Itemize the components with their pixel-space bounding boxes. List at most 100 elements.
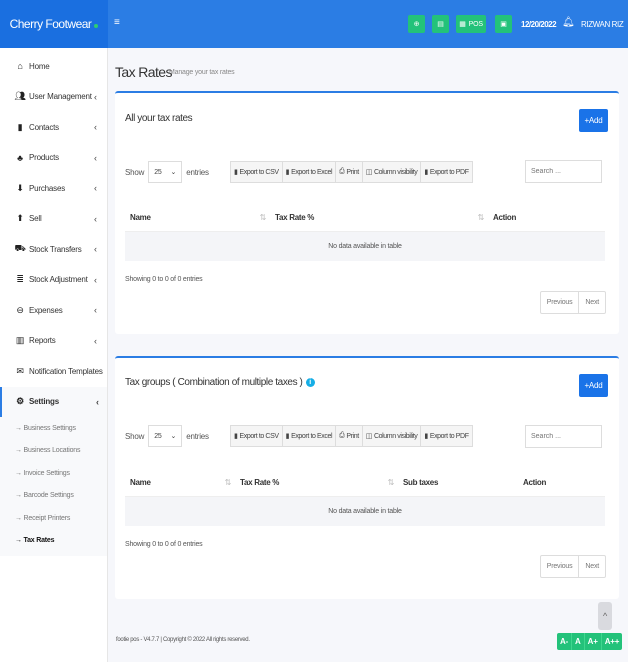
sidebar-item-expenses[interactable]: ⊖ Expenses ‹	[0, 295, 107, 326]
export-pdf-button[interactable]: ▮ Export to PDF	[421, 426, 471, 446]
info-icon[interactable]: i	[305, 377, 315, 387]
tax-rates-table: Name ⇅ Tax Rate % ⇅ Action No data availab…	[125, 203, 605, 261]
sidebar-item-sell[interactable]: ⬆ Sell ‹	[0, 204, 107, 235]
contacts-icon: ▮	[17, 121, 23, 132]
col-name[interactable]: Name ⇅	[125, 203, 270, 231]
add-tax-group-button[interactable]: +Add	[579, 374, 608, 397]
chevron-down-icon: ⌄	[170, 169, 177, 176]
submenu-item[interactable]: → Tax Rates	[0, 530, 107, 553]
chart-icon: ▥	[15, 335, 25, 346]
add-quick-button[interactable]: ⊕	[408, 15, 425, 33]
sidebar-item-purchases[interactable]: ⬇ Purchases ‹	[0, 173, 107, 204]
column-visibility-button[interactable]: ◫ Column visibility	[363, 162, 422, 182]
export-excel-button[interactable]: ▮ Export to Excel	[283, 162, 337, 182]
tax-groups-card: Tax groups ( Combination of multiple tax…	[115, 356, 619, 599]
col-tax-rate[interactable]: Tax Rate % ⇅	[235, 468, 398, 496]
next-button[interactable]: Next	[579, 556, 605, 577]
page-length-select[interactable]: 25 ⌄	[148, 161, 183, 183]
sidebar-item-settings[interactable]: ⚙ Settings ‹	[0, 386, 107, 417]
col-label: Tax Rate %	[240, 477, 280, 487]
next-button[interactable]: Next	[579, 292, 605, 313]
scroll-top-button[interactable]: ^	[598, 602, 612, 630]
sidebar-item-contacts[interactable]: ▮ Contacts ‹	[0, 112, 107, 143]
empty-row: No data available in table	[125, 232, 605, 261]
previous-button[interactable]: Previous	[541, 292, 580, 313]
sidebar-item-label: Home	[29, 61, 50, 71]
sidebar-item-label: User Management	[29, 92, 92, 102]
pos-button[interactable]: ▦ POS	[456, 15, 486, 33]
sidebar-item-notification-templates[interactable]: ✉ Notification Templates	[0, 356, 107, 387]
search-input[interactable]	[525, 160, 602, 183]
submenu-item[interactable]: → Invoice Settings	[0, 462, 107, 485]
file-icon: ▮	[234, 433, 238, 440]
column-visibility-button[interactable]: ◫ Column visibility	[363, 426, 422, 446]
chevron-left-icon: ‹	[96, 396, 99, 407]
submenu-item[interactable]: → Barcode Settings	[0, 485, 107, 508]
money-button[interactable]: ▣	[495, 15, 512, 33]
export-excel-button[interactable]: ▮ Export to Excel	[283, 426, 337, 446]
home-icon: ⌂	[17, 61, 23, 72]
page-length-value: 25	[154, 168, 162, 176]
table-info: Showing 0 to 0 of 0 entries	[125, 541, 203, 548]
submenu-item[interactable]: → Business Settings	[0, 417, 107, 440]
brand-logo[interactable]: Cherry Footwear	[0, 0, 108, 48]
print-button[interactable]: ⎙ Print	[336, 162, 363, 182]
print-label: Print	[346, 168, 359, 176]
chevron-left-icon: ‹	[94, 335, 97, 346]
expenses-icon: ⊖	[16, 304, 24, 315]
calculator-button[interactable]: ▤	[432, 15, 449, 33]
sort-icon: ⇅	[259, 212, 267, 222]
sidebar-item-home[interactable]: ⌂ Home	[0, 51, 107, 82]
submenu-item[interactable]: → Business Locations	[0, 440, 107, 463]
table-header: Name ⇅ Tax Rate % ⇅ Action	[125, 203, 605, 232]
col-tax-rate[interactable]: Tax Rate % ⇅	[270, 203, 488, 231]
search-input[interactable]	[525, 425, 602, 448]
print-icon: ⎙	[339, 432, 345, 439]
font-increase-more-button[interactable]: A++	[602, 633, 623, 650]
export-excel-label: Export to Excel	[291, 168, 333, 176]
table-header: Name ⇅ Tax Rate % ⇅ Sub taxes Action	[125, 468, 605, 497]
font-reset-button[interactable]: A	[572, 633, 585, 650]
font-decrease-button[interactable]: A-	[557, 633, 573, 650]
sort-icon: ⇅	[387, 477, 395, 487]
add-tax-rate-button[interactable]: +Add	[579, 109, 608, 132]
sidebar-item-stock-transfers[interactable]: ⛟ Stock Transfers ‹	[0, 234, 107, 265]
money-icon: ▣	[500, 21, 507, 28]
page-length-select[interactable]: 25 ⌄	[148, 425, 183, 447]
card-title: All your tax rates	[125, 113, 193, 124]
font-size-controls: A- A A+ A++	[557, 633, 623, 650]
gear-icon: ⚙	[16, 396, 24, 407]
submenu-item[interactable]: → Receipt Printers	[0, 507, 107, 530]
sidebar-item-label: Notification Templates	[29, 366, 103, 376]
previous-button[interactable]: Previous	[541, 556, 580, 577]
bell-icon[interactable]: 🔔︎	[562, 17, 575, 28]
sidebar-item-user-management[interactable]: 👥︎ User Management ‹	[0, 82, 107, 113]
sidebar: ⌂ Home 👥︎ User Management ‹ ▮ Contacts ‹ ♣ Produc…	[0, 48, 108, 662]
users-icon: 👥︎	[14, 91, 26, 102]
file-icon: ▮	[424, 169, 428, 176]
tax-rates-card: All your tax rates +Add Show 25 ⌄ entries…	[115, 91, 619, 334]
sidebar-item-label: Purchases	[29, 183, 65, 193]
user-menu[interactable]: RIZWAN RIZ	[581, 20, 624, 29]
export-csv-button[interactable]: ▮ Export to CSV	[231, 162, 283, 182]
print-icon: ⎙	[339, 168, 345, 175]
show-label: Show	[125, 431, 145, 441]
menu-toggle-icon[interactable]: ≡	[114, 17, 120, 28]
col-name[interactable]: Name ⇅	[125, 468, 235, 496]
chevron-left-icon: ‹	[94, 122, 97, 133]
sidebar-item-stock-adjustment[interactable]: ≣ Stock Adjustment ‹	[0, 265, 107, 296]
sidebar-item-products[interactable]: ♣ Products ‹	[0, 143, 107, 174]
export-csv-button[interactable]: ▮ Export to CSV	[231, 426, 283, 446]
font-increase-button[interactable]: A+	[585, 633, 602, 650]
page-length-value: 25	[154, 432, 162, 440]
chevron-left-icon: ‹	[94, 274, 97, 285]
sidebar-item-reports[interactable]: ▥ Reports ‹	[0, 326, 107, 357]
empty-row: No data available in table	[125, 497, 605, 526]
truck-icon: ⛟	[14, 243, 26, 254]
tax-groups-title: Tax groups ( Combination of multiple tax…	[125, 377, 303, 388]
chevron-left-icon: ‹	[94, 91, 97, 102]
export-pdf-button[interactable]: ▮ Export to PDF	[421, 162, 471, 182]
tax-groups-table: Name ⇅ Tax Rate % ⇅ Sub taxes Action No da…	[125, 468, 605, 526]
pos-label: POS	[468, 20, 483, 28]
print-button[interactable]: ⎙ Print	[336, 426, 363, 446]
